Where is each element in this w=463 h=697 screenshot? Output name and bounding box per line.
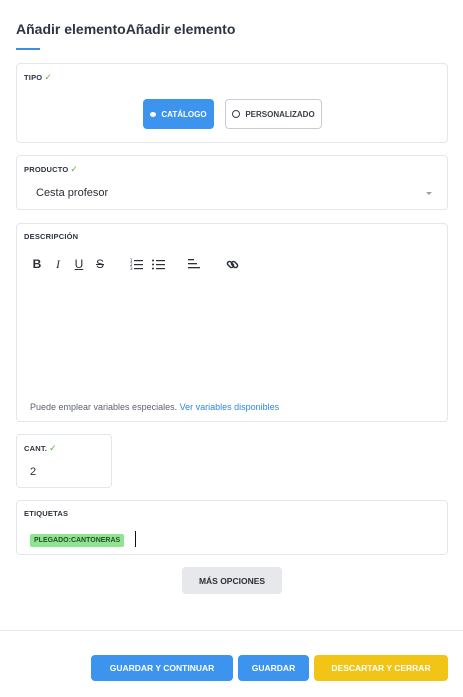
tag-chip[interactable]: PLEGADO:CANTONERAS [30, 534, 125, 547]
italic-button[interactable]: I [50, 256, 66, 272]
check-icon: ✓ [70, 164, 79, 174]
discard-and-close-button[interactable]: DESCARTAR Y CERRAR [314, 655, 448, 681]
tipo-field: TIPO ✓ CATÁLOGO PERSONALIZADO [16, 63, 448, 143]
ordered-list-icon[interactable]: 123 [128, 256, 144, 272]
descripcion-editor[interactable]: DESCRIPCIÓN B I U S 123 Puede emplear va… [16, 223, 448, 422]
save-and-continue-button[interactable]: GUARDAR Y CONTINUAR [91, 655, 233, 681]
tipo-label: TIPO ✓ [24, 72, 53, 82]
radio-filled-icon [150, 111, 157, 117]
check-icon: ✓ [49, 443, 57, 453]
bullet-list-icon[interactable] [150, 256, 166, 272]
svg-text:3: 3 [130, 266, 133, 270]
cantidad-label: CANT. ✓ [24, 443, 57, 453]
bold-button[interactable]: B [29, 256, 45, 272]
variables-link[interactable]: Ver variables disponibles [180, 402, 280, 412]
footer-divider [0, 630, 463, 631]
strikethrough-button[interactable]: S [92, 256, 108, 272]
etiquetas-label: ETIQUETAS [24, 509, 69, 518]
text-cursor [135, 531, 136, 547]
cantidad-value: 2 [30, 466, 37, 478]
cantidad-input[interactable]: CANT. ✓ 2 [16, 434, 112, 488]
more-options-button[interactable]: MÁS OPCIONES [182, 567, 282, 594]
producto-label: PRODUCTO ✓ [24, 164, 79, 174]
descripcion-label: DESCRIPCIÓN [24, 232, 79, 241]
align-left-icon[interactable] [186, 256, 202, 272]
personalizado-option-button[interactable]: PERSONALIZADO [225, 99, 322, 129]
page-title: Añadir elementoAñadir elemento [16, 21, 236, 37]
catalogo-option-button[interactable]: CATÁLOGO [143, 99, 214, 129]
producto-value: Cesta profesor [36, 187, 109, 199]
underline-button[interactable]: U [71, 256, 87, 272]
etiquetas-input[interactable]: ETIQUETAS PLEGADO:CANTONERAS [16, 500, 448, 555]
check-icon: ✓ [44, 72, 53, 82]
title-underline [16, 48, 40, 50]
radio-empty-icon [232, 110, 241, 118]
variables-hint: Puede emplear variables especiales. Ver … [30, 402, 280, 412]
chevron-down-icon[interactable] [426, 192, 432, 195]
producto-select[interactable]: PRODUCTO ✓ Cesta profesor [16, 155, 448, 210]
save-button[interactable]: GUARDAR [238, 655, 309, 681]
link-icon[interactable] [224, 256, 240, 272]
